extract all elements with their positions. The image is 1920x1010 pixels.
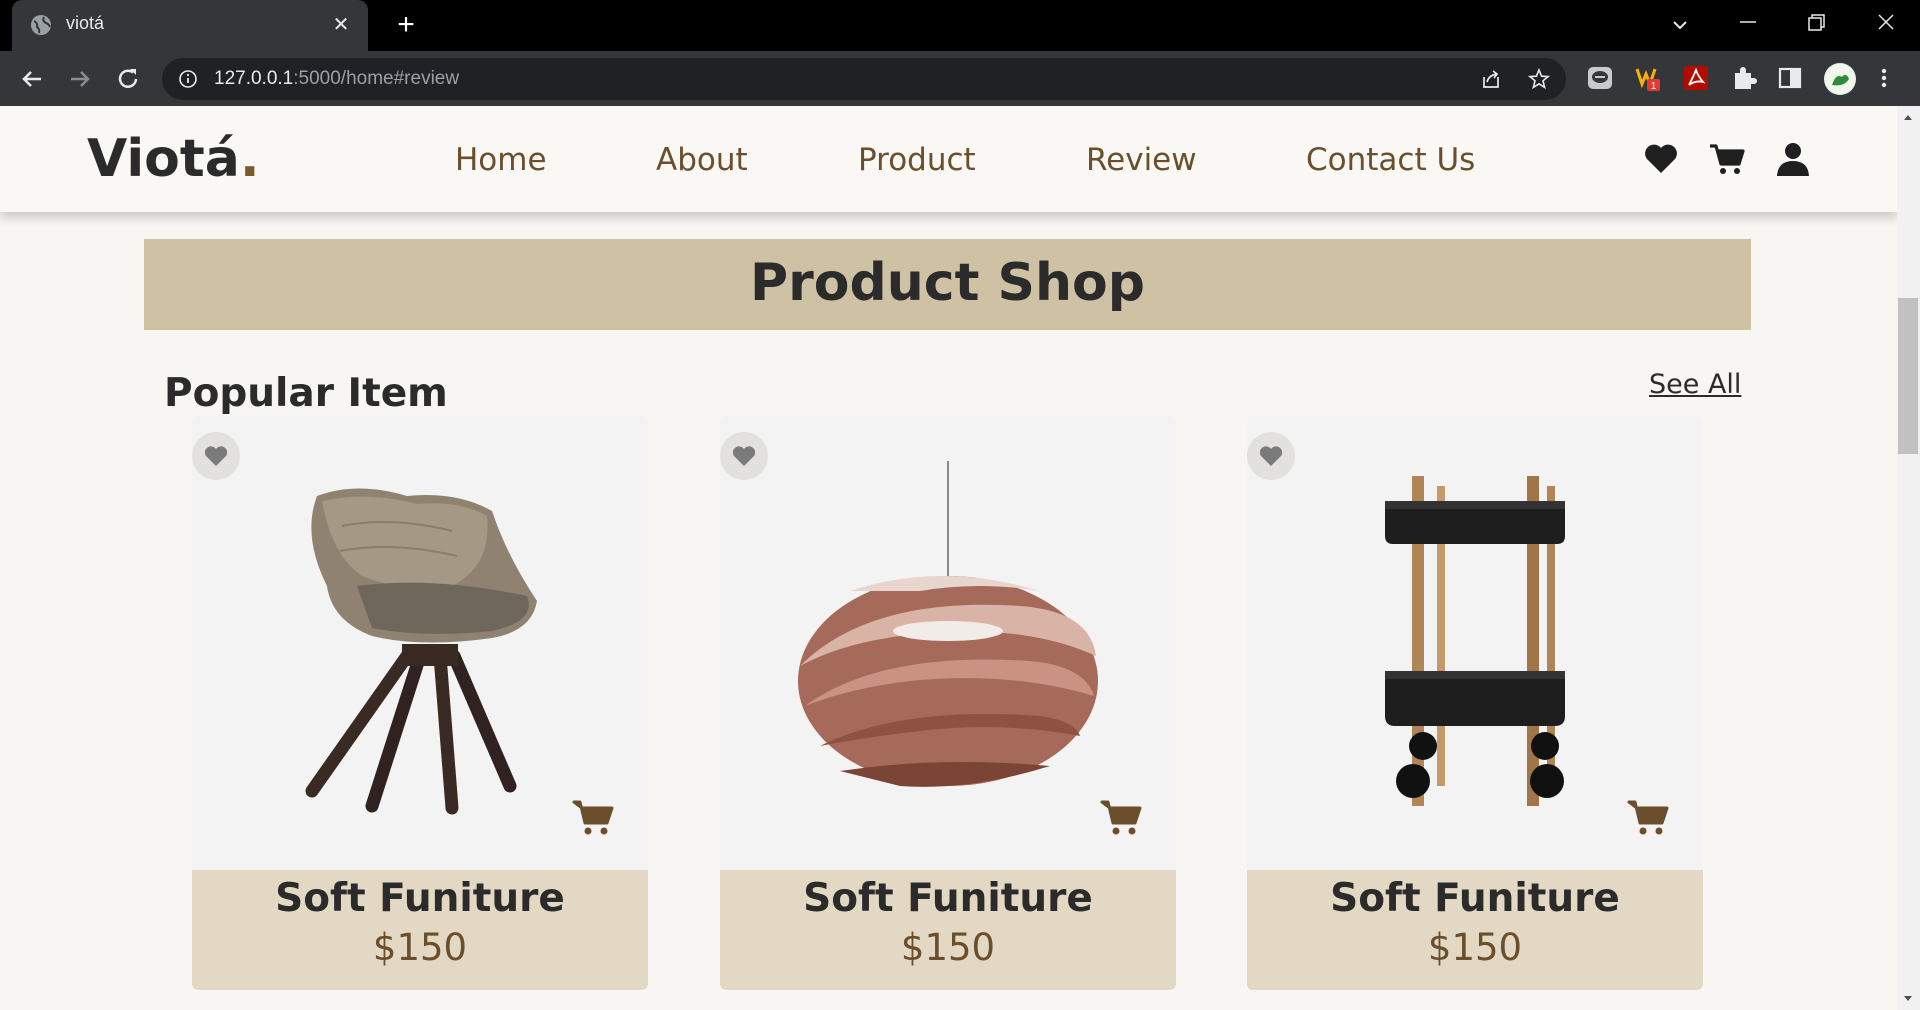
see-all-link[interactable]: See All — [1649, 369, 1741, 400]
nav-review[interactable]: Review — [1086, 142, 1197, 178]
reload-icon[interactable] — [112, 63, 144, 95]
office-extension-icon[interactable]: 1 — [1634, 64, 1662, 92]
bookmark-star-icon[interactable] — [1528, 68, 1550, 90]
product-card[interactable]: Soft Funiture $150 — [720, 416, 1176, 990]
restore-icon[interactable] — [1796, 8, 1836, 42]
url-text[interactable]: 127.0.0.1:5000/home#review — [214, 68, 459, 90]
info-icon[interactable] — [178, 69, 198, 89]
heart-icon[interactable] — [1642, 140, 1680, 178]
banner-title: Product Shop — [750, 253, 1145, 313]
nav-product[interactable]: Product — [858, 142, 976, 178]
add-to-cart-icon[interactable] — [1100, 797, 1144, 837]
acrobat-extension-icon[interactable] — [1682, 64, 1710, 92]
profile-avatar-icon — [1825, 64, 1855, 94]
globe-icon — [31, 15, 51, 35]
scroll-down-arrow-icon[interactable] — [1902, 992, 1914, 1004]
product-shop-banner: Product Shop — [144, 239, 1751, 330]
favorite-button[interactable] — [192, 432, 240, 480]
heart-icon — [204, 446, 228, 466]
back-arrow-icon[interactable] — [16, 63, 48, 95]
tab-title: viotá — [66, 13, 105, 33]
product-card[interactable]: Soft Funiture $150 — [1247, 416, 1703, 990]
nav-contact-us[interactable]: Contact Us — [1306, 142, 1475, 178]
product-name: Soft Funiture — [1330, 876, 1620, 921]
product-price: $150 — [900, 926, 996, 969]
scrollbar-thumb[interactable] — [1898, 298, 1918, 454]
add-to-cart-icon[interactable] — [1627, 797, 1671, 837]
tab-close-icon[interactable]: ✕ — [328, 12, 354, 38]
browser-tab[interactable]: viotá ✕ — [12, 0, 368, 51]
tab-search-icon[interactable] — [1660, 8, 1700, 42]
nav-about[interactable]: About — [656, 142, 748, 178]
line-extension-icon[interactable] — [1586, 64, 1614, 92]
forward-arrow-icon[interactable] — [64, 63, 96, 95]
new-tab-button[interactable]: + — [390, 10, 422, 42]
favorite-button[interactable] — [720, 432, 768, 480]
product-info: Soft Funiture $150 — [1247, 870, 1703, 990]
site-header: Viotá. Home About Product Review Contact… — [0, 106, 1897, 212]
scroll-up-arrow-icon[interactable] — [1902, 112, 1914, 124]
product-name: Soft Funiture — [275, 876, 565, 921]
address-bar[interactable]: 127.0.0.1:5000/home#review — [162, 58, 1566, 100]
cart-icon[interactable] — [1708, 140, 1746, 178]
share-icon[interactable] — [1480, 68, 1502, 90]
close-window-icon[interactable] — [1866, 8, 1906, 42]
page-scrollbar[interactable] — [1897, 106, 1920, 1010]
add-to-cart-icon[interactable] — [572, 797, 616, 837]
browser-menu-icon[interactable] — [1870, 64, 1898, 92]
product-info: Soft Funiture $150 — [192, 870, 648, 990]
minimize-icon[interactable] — [1728, 8, 1768, 42]
product-card[interactable]: Soft Funiture $150 — [192, 416, 648, 990]
site-logo[interactable]: Viotá. — [87, 129, 260, 189]
favorite-button[interactable] — [1247, 432, 1295, 480]
browser-tab-strip: viotá ✕ + — [0, 0, 1920, 51]
section-title: Popular Item — [164, 371, 448, 416]
product-price: $150 — [1427, 926, 1523, 969]
product-info: Soft Funiture $150 — [720, 870, 1176, 990]
product-name: Soft Funiture — [803, 876, 1093, 921]
side-panel-icon[interactable] — [1776, 64, 1804, 92]
web-page: Viotá. Home About Product Review Contact… — [0, 106, 1897, 1010]
user-icon[interactable] — [1774, 140, 1812, 178]
extensions-puzzle-icon[interactable] — [1730, 64, 1758, 92]
product-price: $150 — [372, 926, 468, 969]
svg-text:1: 1 — [1651, 81, 1657, 92]
browser-toolbar: 127.0.0.1:5000/home#review 1 — [0, 51, 1920, 106]
heart-icon — [1259, 446, 1283, 466]
profile-avatar[interactable] — [1824, 63, 1856, 95]
nav-home[interactable]: Home — [455, 142, 547, 178]
heart-icon — [732, 446, 756, 466]
